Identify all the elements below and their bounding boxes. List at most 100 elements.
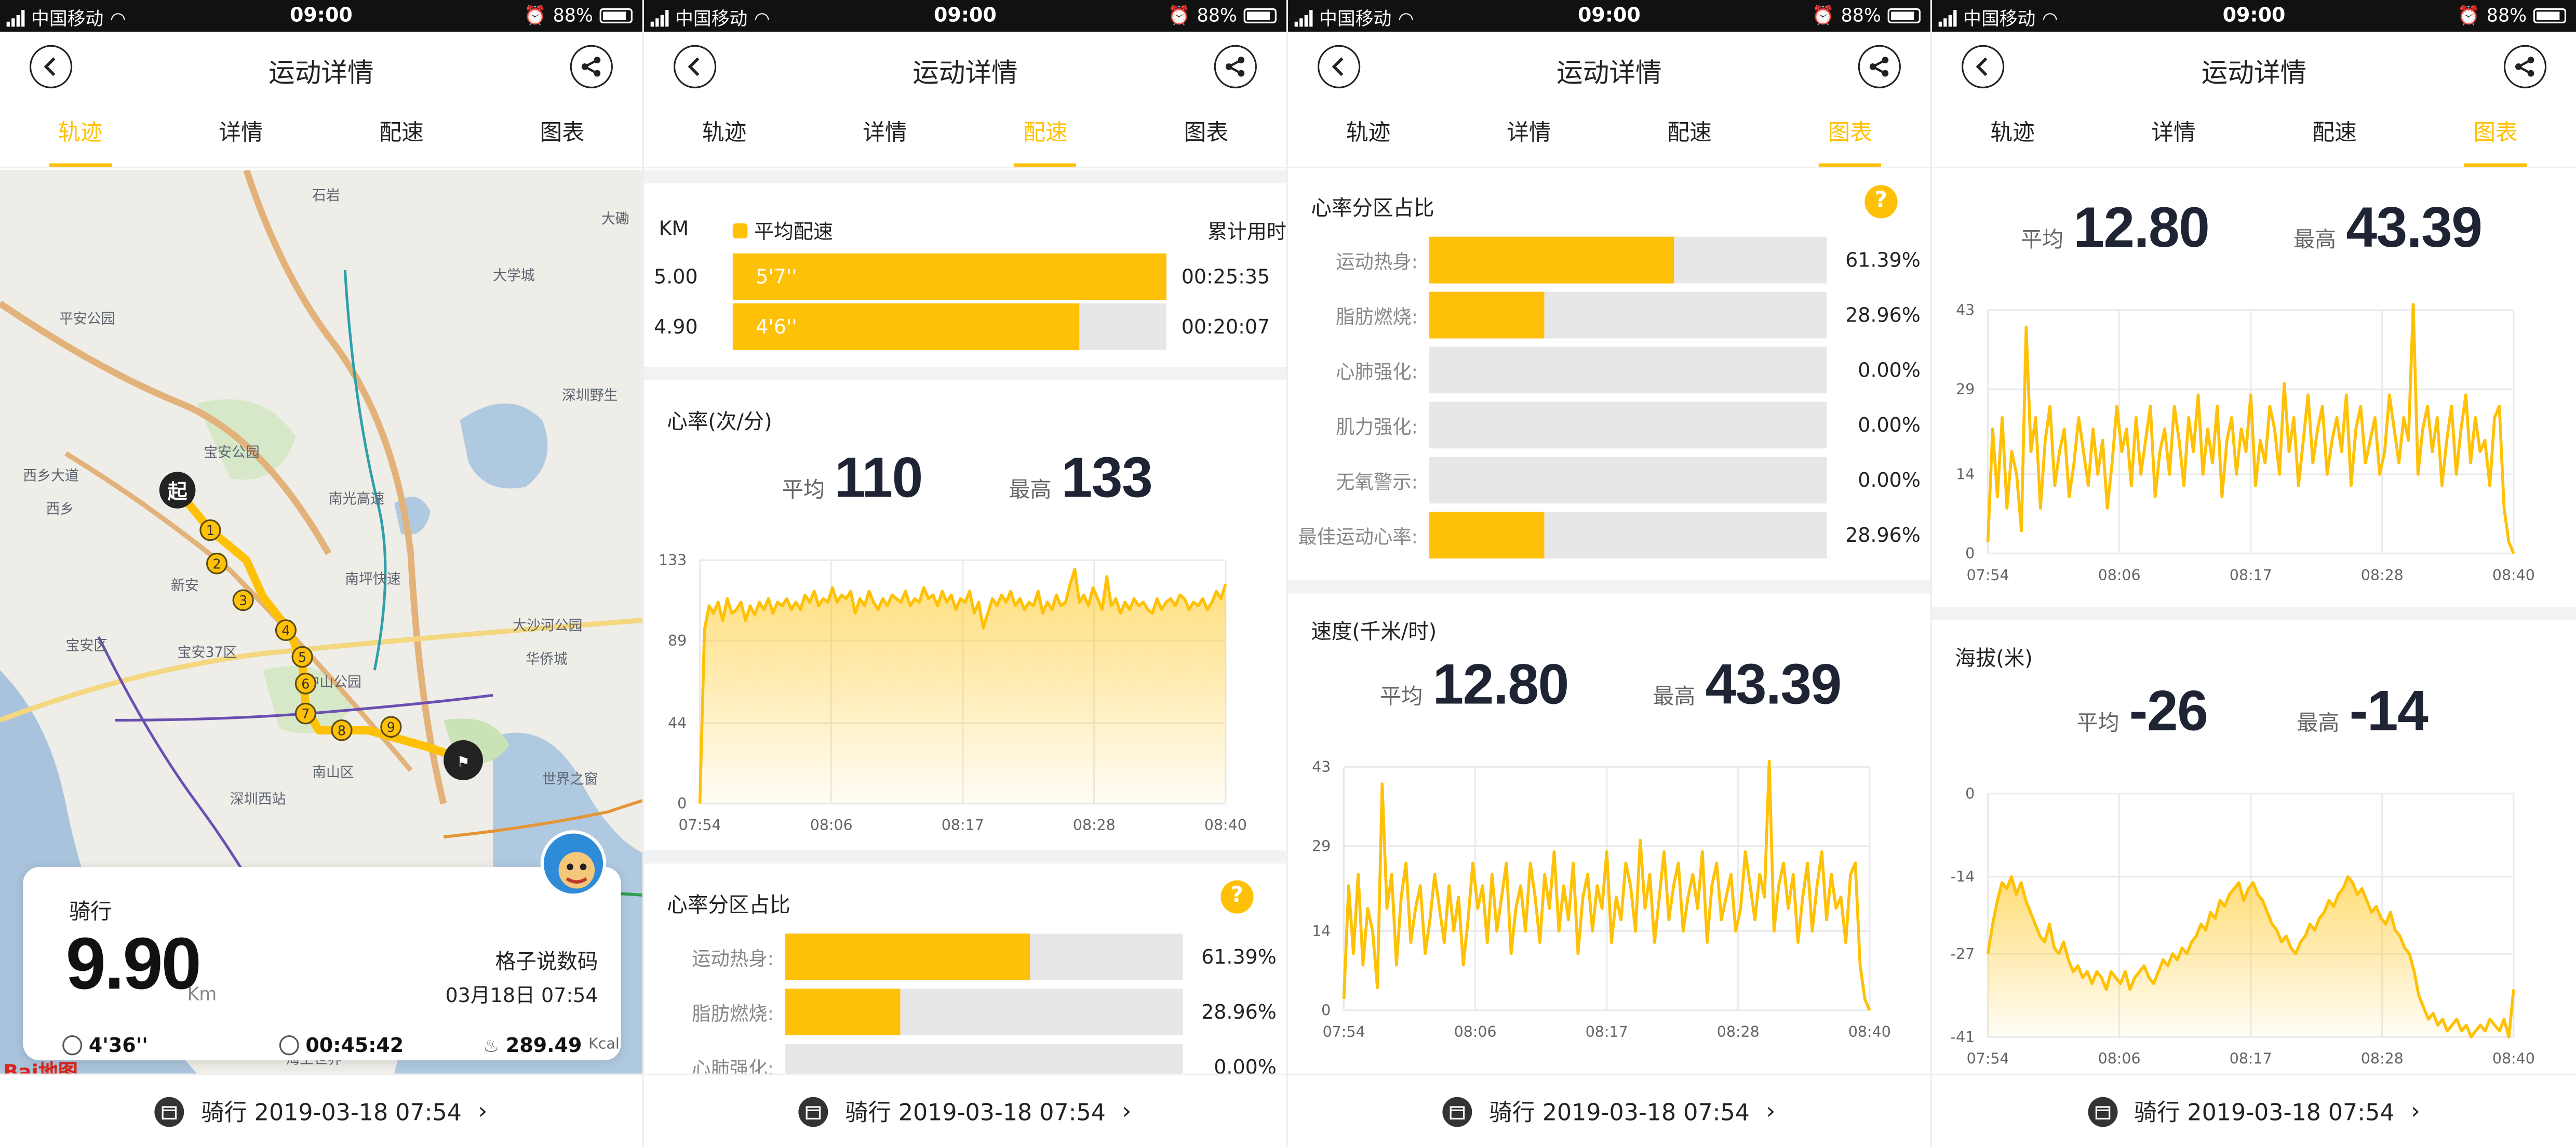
hr-zone-percent: 28.96% — [1201, 1000, 1277, 1024]
hr-zone-section: 心率分区占比 ? 运动热身: 61.39% 脂肪燃烧: 28.96% 心肺强化: 0.00… — [1288, 170, 1930, 580]
altitude-max: 最高 -14 — [2297, 680, 2429, 745]
pace-bar-track: 5'7'' — [732, 253, 1166, 300]
x-tick-label: 08:28 — [2361, 566, 2404, 584]
max-value: 133 — [1061, 447, 1153, 511]
altitude-section: 海拔(米) 平均 -26 最高 -14 0 -14 -27 -41 07:54 08:06 08… — [1932, 620, 2576, 1074]
pace-row-km: 5.00 — [653, 265, 698, 289]
heart-rate-section: 心率(次/分) 平均 110 最高 133 0 44 89 133 07:54 08:06 08… — [644, 380, 1286, 850]
section-divider — [1288, 580, 1930, 594]
tab-track[interactable]: 轨迹 — [0, 102, 160, 167]
tab-pace[interactable]: 配速 — [321, 102, 481, 167]
tab-charts[interactable]: 图表 — [2415, 102, 2576, 167]
help-icon[interactable]: ? — [1864, 185, 1898, 219]
distance-unit: Km — [187, 983, 217, 1006]
hr-zone-track — [1429, 291, 1827, 339]
hr-zone-percent: 0.00% — [1858, 468, 1921, 492]
hr-zone-percent: 61.39% — [1845, 248, 1921, 272]
hr-zone-row: 脂肪燃烧: 28.96% — [1288, 291, 1930, 339]
page-title: 运动详情 — [913, 57, 1018, 89]
x-tick-label: 08:28 — [2361, 1049, 2404, 1067]
tab-charts[interactable]: 图表 — [1126, 102, 1286, 167]
x-tick-label: 08:17 — [1586, 1023, 1628, 1041]
tab-details[interactable]: 详情 — [2093, 102, 2254, 167]
tab-charts[interactable]: 图表 — [482, 102, 642, 167]
share-button[interactable] — [1214, 45, 1257, 89]
pace-value: 4'36'' — [88, 1033, 148, 1057]
tab-bar: 轨迹 详情 配速 图表 — [1932, 102, 2576, 169]
x-tick-label: 07:54 — [679, 816, 721, 834]
speed-section: 平均 12.80 最高 43.39 0 14 29 43 07:54 08:06 08:17 08… — [1932, 170, 2576, 607]
tab-details[interactable]: 详情 — [804, 102, 965, 167]
tab-track[interactable]: 轨迹 — [1932, 102, 2093, 167]
tab-charts[interactable]: 图表 — [1770, 102, 1930, 167]
heart-avg: 平均 110 — [782, 447, 923, 512]
pace-bar-fill — [732, 253, 1166, 300]
share-button[interactable] — [2503, 45, 2547, 89]
y-tick-label: 43 — [1956, 301, 1975, 318]
tab-pace[interactable]: 配速 — [965, 102, 1125, 167]
map-label: 西乡 — [46, 501, 74, 517]
map-label: 新安 — [171, 578, 199, 594]
hr-zone-percent: 0.00% — [1858, 413, 1921, 437]
x-tick-label: 08:40 — [2492, 566, 2535, 584]
bottom-bar[interactable]: 骑行 2019-03-18 07:54 › — [1932, 1073, 2576, 1147]
tab-pace[interactable]: 配速 — [1609, 102, 1769, 167]
chevron-right-icon: › — [2411, 1098, 2420, 1125]
bottom-bar[interactable]: 骑行 2019-03-18 07:54 › — [0, 1073, 642, 1147]
charts-content: 平均 12.80 最高 43.39 0 14 29 43 07:54 08:06 08:17 08… — [1932, 170, 2576, 1073]
section-divider — [644, 367, 1286, 380]
avg-label: 平均 — [782, 478, 825, 504]
tab-details[interactable]: 详情 — [160, 102, 321, 167]
battery-percent: 88% — [1841, 5, 1881, 27]
y-tick-label: 0 — [1965, 544, 1975, 562]
y-tick-label: 0 — [1965, 784, 1975, 802]
y-tick-label: 0 — [1321, 1001, 1331, 1019]
map-label: 西乡大道 — [23, 468, 79, 484]
activity-summary-label: 骑行 2019-03-18 07:54 — [2134, 1099, 2395, 1126]
speed-avg: 平均 12.80 — [2021, 196, 2210, 262]
route-marker-label: 6 — [301, 676, 310, 692]
alarm-icon: ⏰ — [1168, 5, 1190, 27]
hr-zone-name: 脂肪燃烧: — [1336, 305, 1418, 329]
tab-details[interactable]: 详情 — [1448, 102, 1609, 167]
tab-pace[interactable]: 配速 — [2254, 102, 2415, 167]
speed-avg: 平均 12.80 — [1380, 653, 1569, 718]
hr-zone-row: 最佳运动心率: 28.96% — [1288, 512, 1930, 559]
pace-col-km: KM — [659, 217, 689, 241]
x-tick-label: 08:40 — [1204, 816, 1247, 834]
user-name: 格子说数码 — [495, 949, 598, 974]
calendar-icon — [799, 1096, 829, 1126]
y-tick-label: 29 — [1312, 837, 1331, 855]
bottom-bar[interactable]: 骑行 2019-03-18 07:54 › — [644, 1073, 1286, 1147]
pace-row-km: 4.90 — [653, 315, 698, 339]
battery-icon — [1243, 8, 1277, 23]
x-tick-label: 08:28 — [1073, 816, 1116, 834]
altitude-avg: 平均 -26 — [2076, 680, 2208, 745]
map-label: 大学城 — [493, 268, 535, 284]
x-tick-label: 07:54 — [1323, 1023, 1365, 1041]
battery-icon — [1887, 8, 1921, 23]
share-button[interactable] — [570, 45, 613, 89]
share-icon — [1225, 57, 1245, 77]
hr-zone-name: 最佳运动心率: — [1298, 525, 1418, 549]
x-tick-label: 08:06 — [1454, 1023, 1497, 1041]
tab-track[interactable]: 轨迹 — [1288, 102, 1448, 167]
route-marker-label: 5 — [298, 650, 306, 665]
map-label: 大沙河公园 — [513, 618, 582, 634]
route-marker-label: 3 — [239, 593, 247, 609]
activity-summary-label: 骑行 2019-03-18 07:54 — [201, 1099, 462, 1126]
share-button[interactable] — [1858, 45, 1901, 89]
avg-value: 12.80 — [2073, 196, 2210, 260]
help-icon[interactable]: ? — [1220, 880, 1254, 914]
tab-bar: 轨迹 详情 配速 图表 — [644, 102, 1286, 169]
pace-bar-track: 4'6'' — [732, 303, 1166, 350]
hr-zone-title: 心率分区占比 — [667, 891, 790, 917]
y-tick-label: 14 — [1956, 465, 1975, 483]
panel-charts-2: 中国移动 ◠ 09:00 ⏰ 88% 运动详情 轨迹 详情 配速 图表 平均 12.8… — [1932, 0, 2576, 1147]
x-tick-label: 08:06 — [2098, 1049, 2141, 1067]
nav-bar: 运动详情 — [1288, 32, 1930, 102]
bottom-bar[interactable]: 骑行 2019-03-18 07:54 › — [1288, 1073, 1930, 1147]
tab-track[interactable]: 轨迹 — [644, 102, 804, 167]
map-label: 南坪快速 — [345, 571, 401, 587]
avatar[interactable] — [540, 830, 607, 897]
